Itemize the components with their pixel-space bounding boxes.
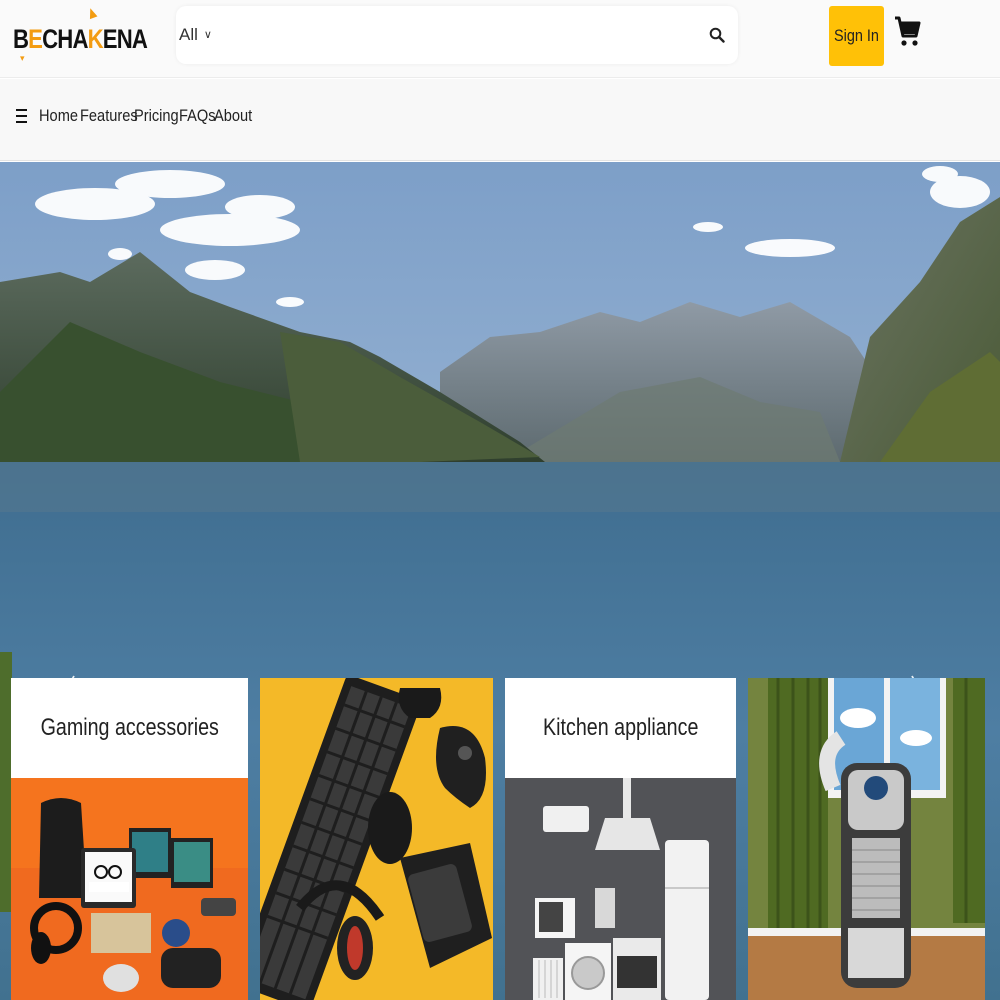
category-card-gaming[interactable]: Gaming accessories xyxy=(11,678,248,1000)
search-input[interactable] xyxy=(222,16,692,54)
brand-logo[interactable]: BECHAKENA xyxy=(13,18,148,60)
nav-pricing[interactable]: Pricing xyxy=(134,106,179,130)
category-card-cooling[interactable] xyxy=(748,678,985,1000)
chevron-down-icon: ∨ xyxy=(203,28,212,41)
menu-icon[interactable] xyxy=(16,109,27,125)
top-header: BECHAKENA ▾ All ∨ Sign In xyxy=(0,0,1000,78)
category-card-peripherals[interactable] xyxy=(260,678,493,1000)
card-title: Gaming accessories xyxy=(40,714,219,741)
logo-cart-icon: ▾ xyxy=(20,53,25,63)
gaming-peripherals-image xyxy=(260,678,493,1000)
nav-about[interactable]: About xyxy=(214,106,257,130)
gaming-accessories-image xyxy=(11,778,248,1000)
cart-button[interactable] xyxy=(893,14,921,54)
nav-links: Home Features Pricing FAQs About xyxy=(39,106,261,130)
nav-faqs[interactable]: FAQs xyxy=(179,106,216,130)
sign-in-label: Sign In xyxy=(834,26,879,45)
shopping-cart-icon xyxy=(895,16,921,46)
category-select-value: All xyxy=(179,25,198,44)
search-icon xyxy=(709,27,725,43)
card-title: Kitchen appliance xyxy=(542,714,699,741)
sign-in-button[interactable]: Sign In xyxy=(829,6,884,66)
nav-home[interactable]: Home xyxy=(39,106,78,130)
nav-features[interactable]: Features xyxy=(80,106,138,130)
kitchen-appliance-image xyxy=(505,778,736,1000)
search-button[interactable] xyxy=(702,20,732,50)
search-bar: All ∨ xyxy=(176,6,738,64)
air-cooler-image xyxy=(748,678,985,1000)
category-select[interactable]: All ∨ xyxy=(176,6,220,64)
category-card-kitchen[interactable]: Kitchen appliance xyxy=(505,678,736,1000)
